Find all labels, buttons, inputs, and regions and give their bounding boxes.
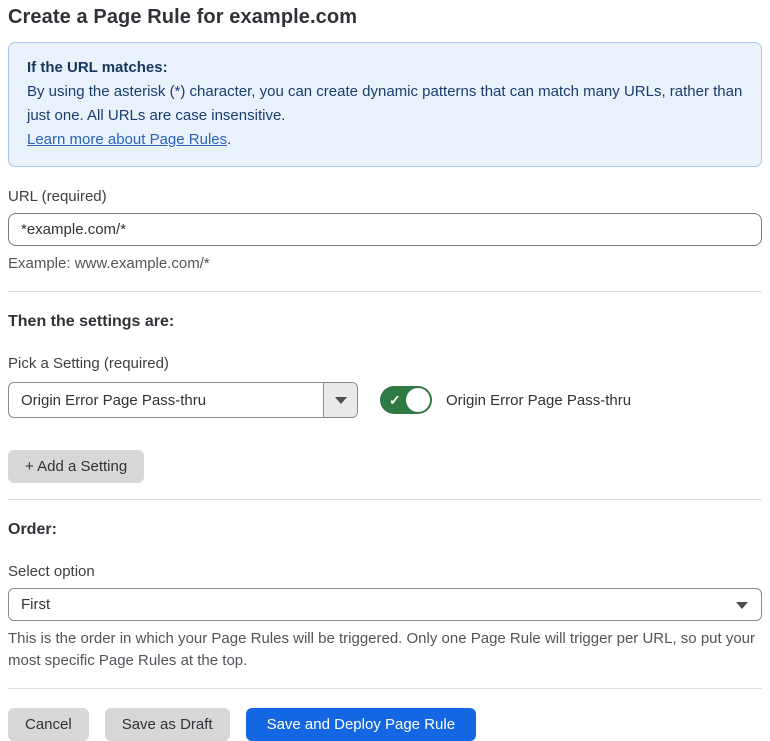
order-select-label: Select option <box>8 563 95 580</box>
save-draft-button[interactable]: Save as Draft <box>104 708 230 741</box>
setting-picker-label: Pick a Setting (required) <box>8 355 169 372</box>
setting-picker-dropdown[interactable]: Origin Error Page Pass-thru <box>8 382 358 418</box>
setting-toggle-group: ✓ Origin Error Page Pass-thru <box>380 386 631 414</box>
setting-toggle[interactable]: ✓ <box>380 386 432 414</box>
divider <box>8 688 762 689</box>
callout-body: By using the asterisk (*) character, you… <box>27 83 743 124</box>
callout-heading: If the URL matches: <box>27 59 168 76</box>
cancel-button[interactable]: Cancel <box>8 708 89 741</box>
url-input[interactable] <box>8 213 762 246</box>
link-suffix: . <box>227 131 232 148</box>
setting-toggle-label: Origin Error Page Pass-thru <box>446 391 632 409</box>
url-match-callout: If the URL matches: By using the asteris… <box>8 42 762 167</box>
settings-row: Origin Error Page Pass-thru ✓ Origin Err… <box>8 382 762 418</box>
url-section: URL (required) Example: www.example.com/… <box>8 188 762 275</box>
url-label: URL (required) <box>8 188 107 205</box>
footer-actions: Cancel Save as Draft Save and Deploy Pag… <box>8 708 762 741</box>
order-helper: This is the order in which your Page Rul… <box>8 630 756 669</box>
divider <box>8 499 762 500</box>
order-heading: Order: <box>8 521 57 538</box>
toggle-knob <box>406 388 430 412</box>
check-icon: ✓ <box>389 392 401 408</box>
page-title: Create a Page Rule for example.com <box>8 6 358 28</box>
learn-more-link[interactable]: Learn more about Page Rules <box>27 131 227 148</box>
order-select[interactable]: First <box>8 588 762 621</box>
setting-picker-value: Origin Error Page Pass-thru <box>21 391 207 409</box>
url-helper: Example: www.example.com/* <box>8 255 210 272</box>
chevron-down-icon <box>334 396 347 404</box>
divider <box>8 291 762 292</box>
settings-heading: Then the settings are: <box>8 313 175 330</box>
add-setting-button[interactable]: + Add a Setting <box>8 450 145 483</box>
chevron-down-icon <box>736 601 748 609</box>
add-setting-wrap: + Add a Setting <box>8 450 762 483</box>
dropdown-arrow-button[interactable] <box>323 383 357 417</box>
callout-link-line: Learn more about Page Rules. <box>27 128 743 152</box>
order-select-value: First <box>21 596 51 613</box>
save-deploy-button[interactable]: Save and Deploy Page Rule <box>245 708 477 741</box>
